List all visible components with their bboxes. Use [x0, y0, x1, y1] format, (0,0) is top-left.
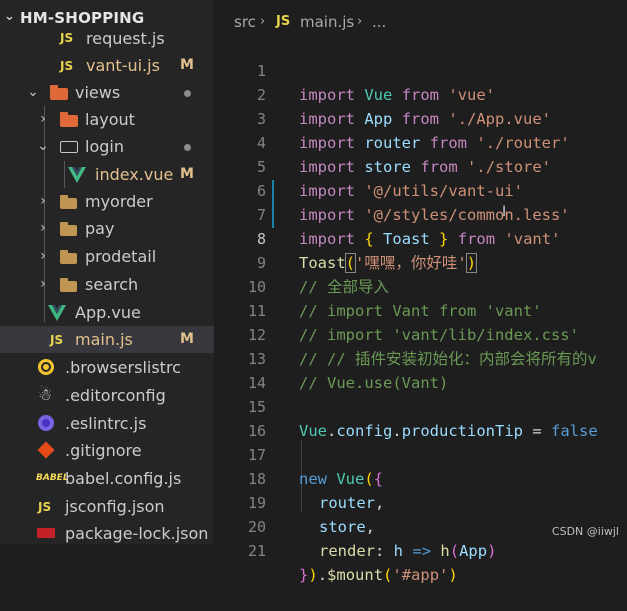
views-folder-icon — [50, 85, 68, 100]
babel-icon: BABEL — [36, 473, 69, 483]
modified-badge: M — [180, 57, 194, 73]
file-item-package-lock[interactable]: package-lock.json — [0, 520, 214, 544]
git-icon — [37, 441, 55, 459]
js-file-icon: JS — [60, 31, 74, 45]
code-line: 19 store, — [214, 467, 627, 536]
folder-open-icon — [60, 141, 78, 153]
file-item-gitignore[interactable]: .gitignore — [0, 437, 214, 464]
explorer-sidebar: ⌄ HM-SHOPPING JS request.js JS vant-ui.j… — [0, 0, 214, 544]
breadcrumb-file[interactable]: main.js — [300, 10, 354, 34]
file-item-jsconfig[interactable]: JS jsconfig.json — [0, 493, 214, 520]
folder-item-prodetail[interactable]: › prodetail — [0, 243, 214, 270]
folder-icon — [60, 222, 77, 236]
code-line: 13 // Vue.use(Vant) — [214, 323, 627, 392]
chevron-down-icon: ⌄ — [37, 138, 49, 154]
folder-item-myorder[interactable]: › myorder — [0, 188, 214, 215]
breadcrumb-more[interactable]: ... — [372, 10, 386, 34]
chevron-right-icon: › — [40, 193, 46, 209]
folder-item-pay[interactable]: › pay — [0, 215, 214, 242]
file-item-request-js[interactable]: JS request.js — [0, 25, 214, 52]
code-line: 15 Vue.config.productionTip = false — [214, 371, 627, 440]
modified-dot — [184, 90, 191, 97]
js-file-icon: JS — [38, 500, 52, 514]
code-line: 10 // import Vant from 'vant' — [214, 251, 627, 320]
code-line: 14 — [214, 347, 627, 392]
code-line-current: 8 Toast('嘿嘿，你好哇') — [214, 203, 627, 273]
js-file-icon: JS — [276, 14, 291, 29]
folder-item-views[interactable]: ⌄ views — [0, 79, 214, 106]
editorconfig-icon: ☃ — [38, 385, 53, 404]
chevron-right-icon: › — [40, 220, 46, 236]
file-item-eslintrc[interactable]: .eslintrc.js — [0, 410, 214, 437]
chevron-right-icon: › — [357, 14, 363, 29]
code-line: 12 // // 插件安装初始化：内部会将所有的v — [214, 299, 627, 368]
modified-badge: M — [180, 331, 194, 347]
code-line: 1 import Vue from 'vue' — [214, 35, 627, 104]
code-line: 6 import '@/styles/common.less' — [214, 155, 627, 224]
vue-file-icon — [48, 305, 66, 321]
folder-icon — [60, 278, 77, 292]
chevron-right-icon: › — [40, 248, 46, 264]
modified-badge: M — [180, 166, 194, 182]
folder-icon — [60, 250, 77, 264]
code-line: 16 — [214, 395, 627, 440]
chevron-down-icon: ⌄ — [27, 84, 39, 100]
js-file-icon: JS — [50, 333, 64, 347]
code-line: 17 new Vue({ — [214, 419, 627, 488]
folder-icon — [60, 112, 78, 127]
code-line: 3 import router from './router' — [214, 83, 627, 152]
folder-icon — [60, 195, 77, 209]
file-item-main-js[interactable]: JS main.js M — [0, 326, 214, 353]
js-file-icon: JS — [60, 59, 74, 73]
code-line: 18 router, — [214, 443, 627, 512]
watermark: CSDN @iiwjl — [551, 525, 619, 538]
chevron-right-icon: › — [40, 276, 46, 292]
folder-item-login[interactable]: ⌄ login — [0, 133, 214, 160]
modified-dot — [184, 144, 191, 151]
file-item-app-vue[interactable]: App.vue — [0, 299, 214, 326]
eslint-icon — [38, 415, 54, 431]
chevron-right-icon: › — [40, 111, 46, 127]
code-line: 11 // import 'vant/lib/index.css' — [214, 275, 627, 344]
file-item-index-vue[interactable]: index.vue M — [0, 161, 214, 188]
browserslist-icon — [38, 359, 54, 375]
line-number: 21 — [247, 542, 266, 560]
code-line: 4 import store from './store' — [214, 107, 627, 176]
folder-item-search[interactable]: › search — [0, 271, 214, 298]
vue-file-icon — [68, 167, 86, 183]
file-item-browserslistrc[interactable]: .browserslistrc — [0, 354, 214, 381]
code-line: 9 // 全部导入 — [214, 227, 627, 296]
code-line: 5 import '@/utils/vant-ui' — [214, 131, 627, 200]
folder-item-layout[interactable]: › layout — [0, 106, 214, 133]
file-item-vant-ui-js[interactable]: JS vant-ui.js M — [0, 52, 214, 79]
code-line: 20 render: h => h(App) — [214, 491, 627, 560]
breadcrumb-folder[interactable]: src — [234, 10, 256, 34]
chevron-right-icon: › — [260, 14, 266, 29]
code-editor[interactable]: src › JS main.js › ... 1 import Vue from… — [214, 0, 627, 584]
chevron-down-icon: ⌄ — [4, 9, 15, 24]
mouse-ibeam-icon: I — [502, 204, 507, 220]
file-item-babel-config[interactable]: BABEL babel.config.js — [0, 465, 214, 492]
file-item-editorconfig[interactable]: ☃ .editorconfig — [0, 382, 214, 409]
npm-icon — [37, 528, 55, 538]
code-line: 2 import App from './App.vue' — [214, 59, 627, 128]
code-line: 7 import { Toast } from 'vant' — [214, 179, 627, 248]
